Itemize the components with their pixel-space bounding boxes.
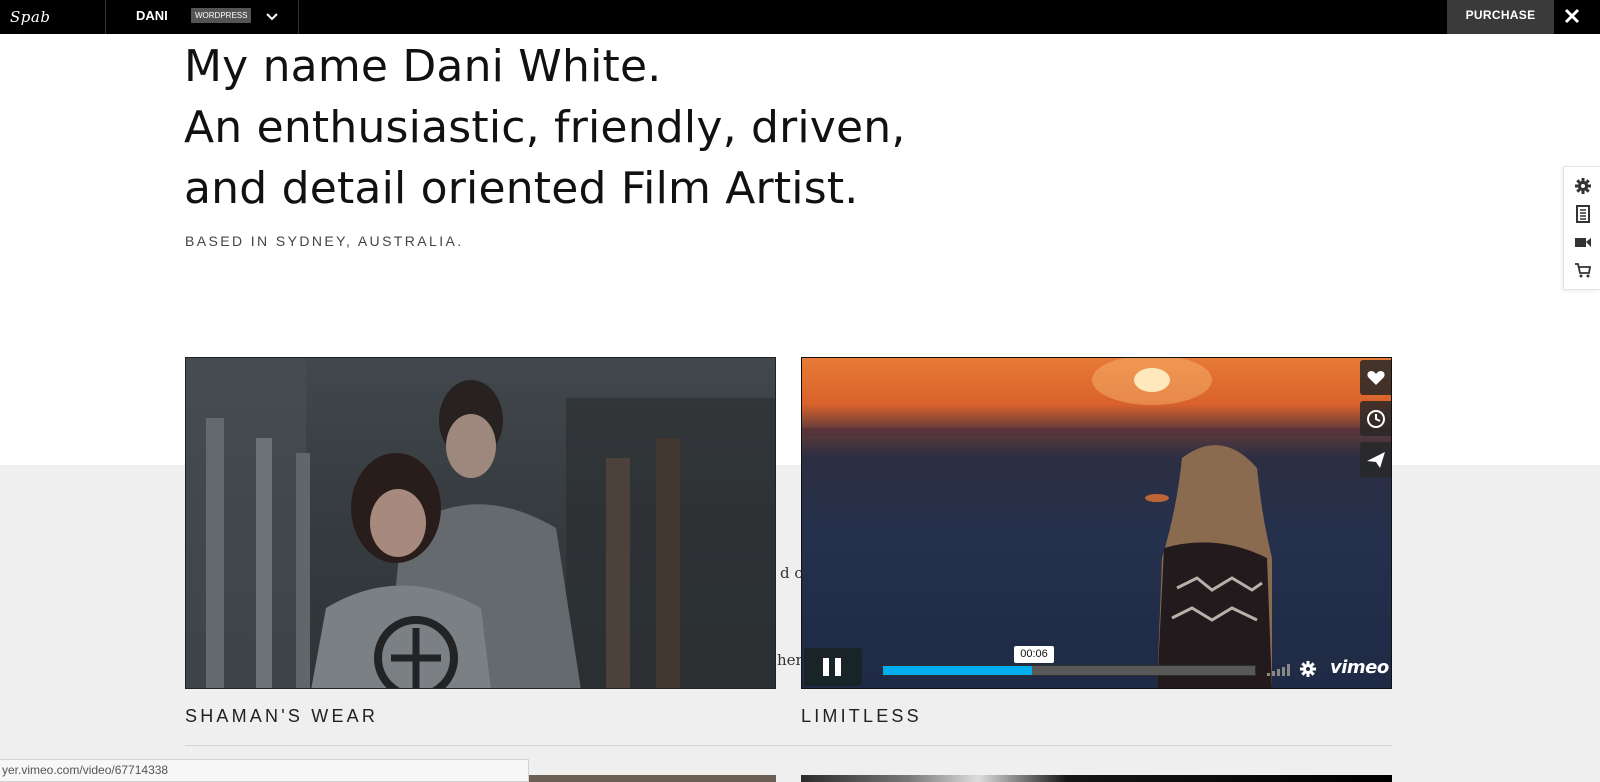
gear-icon[interactable] — [1574, 177, 1592, 195]
hero-line: and detail oriented Film Artist. — [184, 163, 859, 214]
site-logo[interactable]: Spab Rice — [10, 2, 90, 56]
topbar-divider — [298, 0, 299, 34]
project-title[interactable]: LIMITLESS — [801, 706, 922, 727]
project-video-limitless[interactable]: vimeo — [801, 357, 1392, 689]
project-title[interactable]: SHAMAN'S WEAR — [185, 706, 378, 727]
purchase-button[interactable]: PURCHASE — [1447, 0, 1554, 34]
hero-subtitle: BASED IN SYDNEY, AUSTRALIA. — [185, 233, 464, 249]
heart-icon — [1367, 371, 1385, 385]
video-icon[interactable] — [1574, 233, 1592, 251]
cart-icon[interactable] — [1574, 261, 1592, 279]
chevron-down-icon[interactable] — [264, 8, 280, 24]
project-thumbnail-next[interactable] — [529, 775, 776, 782]
status-bar-url: yer.vimeo.com/video/67714338 — [0, 759, 529, 782]
project-image — [186, 358, 775, 688]
hero-line: An enthusiastic, friendly, driven, — [184, 102, 906, 153]
vimeo-logo[interactable]: vimeo — [1330, 657, 1389, 678]
hero-line: My name Dani White. — [184, 41, 662, 92]
side-tools-panel — [1563, 166, 1600, 290]
video-progress-bar[interactable] — [882, 665, 1256, 676]
video-time-tooltip: 00:06 — [1014, 646, 1054, 663]
close-icon[interactable] — [1562, 6, 1582, 26]
project-thumbnail-next[interactable] — [801, 775, 1392, 782]
vimeo-share-button[interactable] — [1360, 442, 1391, 477]
hero-heading: My name Dani White. An enthusiastic, fri… — [184, 36, 1084, 219]
document-icon[interactable] — [1574, 205, 1592, 223]
theme-name[interactable]: DANI — [136, 0, 168, 32]
section-divider — [185, 745, 1392, 746]
platform-badge: WORDPRESS — [191, 8, 252, 23]
video-controls: vimeo — [802, 648, 1391, 688]
gear-icon[interactable] — [1299, 660, 1317, 678]
project-thumbnail-shamans-wear[interactable] — [185, 357, 776, 689]
pause-button[interactable] — [804, 648, 862, 686]
topbar-divider — [105, 0, 106, 34]
video-progress-fill — [883, 666, 1032, 675]
top-bar: Spab Rice DANI WORDPRESS PURCHASE — [0, 0, 1600, 56]
pause-icon — [823, 658, 841, 676]
send-icon — [1367, 452, 1385, 468]
vimeo-like-button[interactable] — [1360, 360, 1391, 395]
vimeo-watch-later-button[interactable] — [1360, 401, 1391, 436]
clock-icon — [1367, 410, 1385, 428]
volume-icon[interactable] — [1267, 664, 1291, 676]
video-frame — [802, 358, 1391, 688]
